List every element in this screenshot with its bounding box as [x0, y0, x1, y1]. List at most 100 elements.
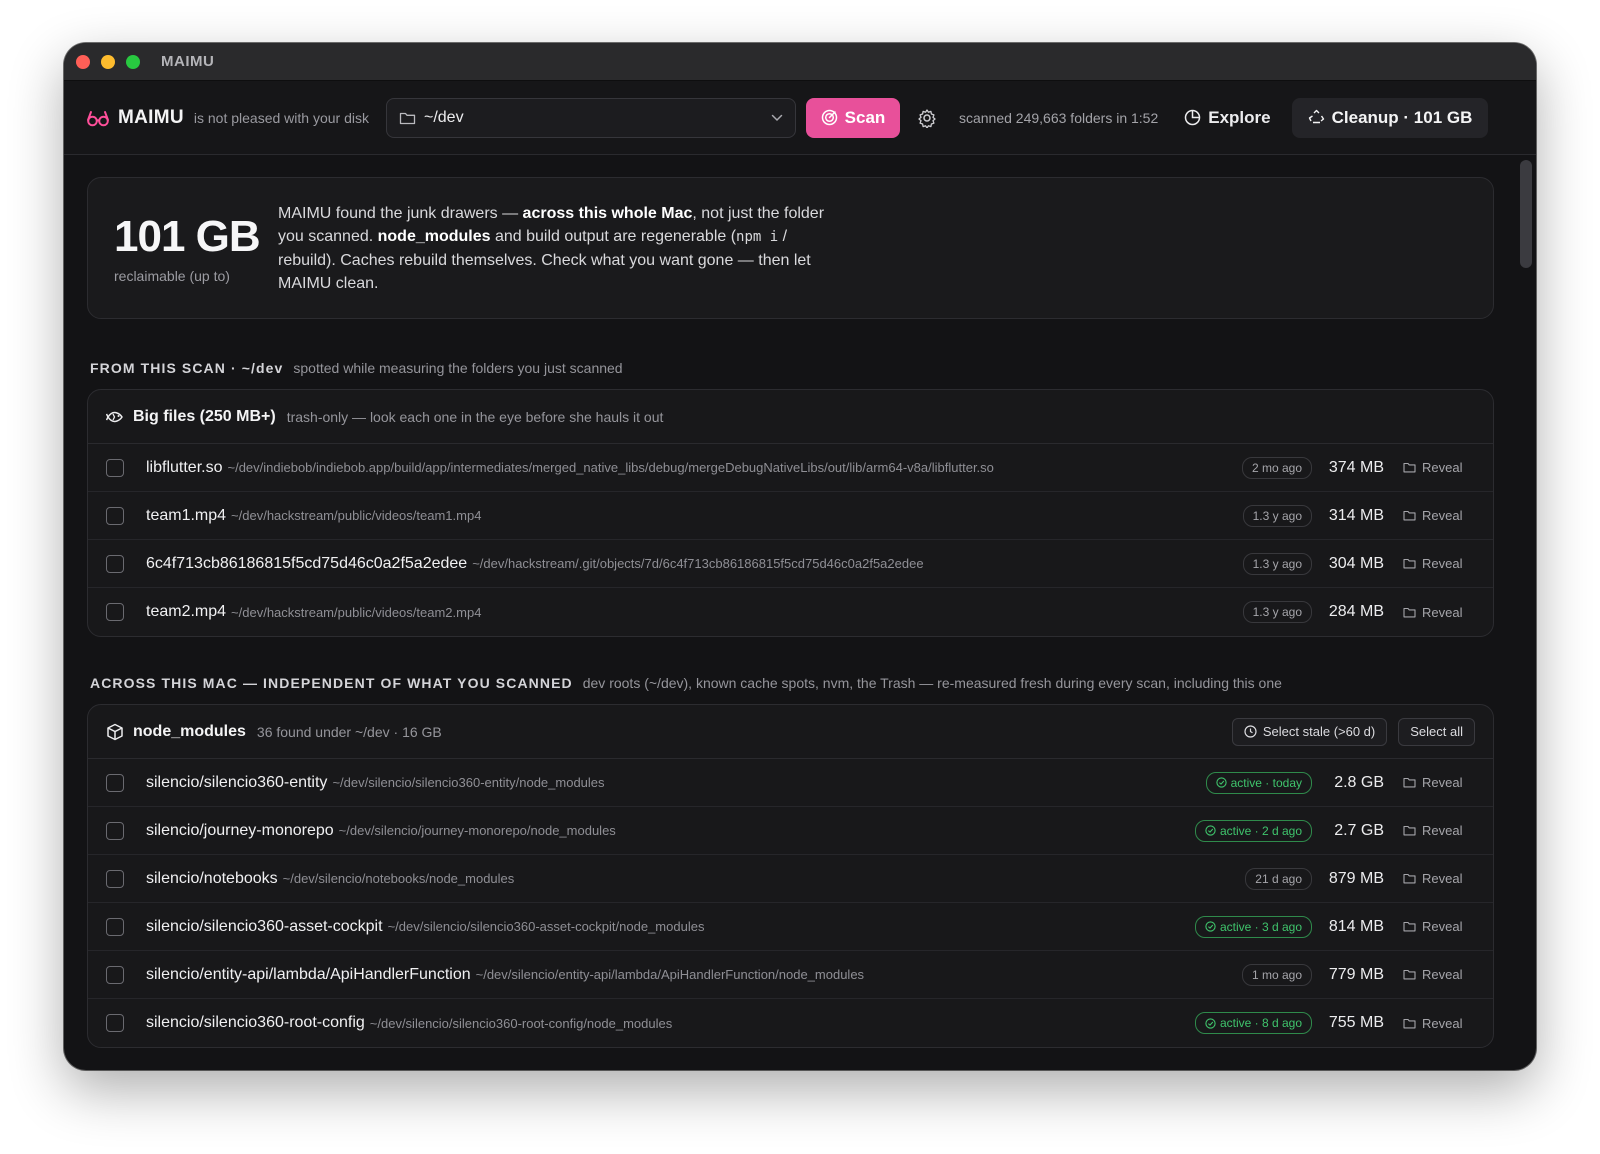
scrollbar-thumb[interactable] [1520, 160, 1532, 268]
select-checkbox[interactable] [106, 869, 124, 888]
explore-button[interactable]: Explore [1184, 107, 1271, 128]
reveal-button[interactable]: Reveal [1403, 556, 1465, 571]
select-stale-button[interactable]: Select stale (>60 d) [1231, 717, 1388, 746]
list-item[interactable]: 6c4f713cb86186815f5cd75d46c0a2f5a2edee ~/… [88, 540, 1493, 588]
age-badge: active · today [1205, 771, 1312, 794]
big-files-title: Big files (250 MB+) [133, 407, 276, 425]
folder-icon [1403, 969, 1416, 980]
age-badge: 1.3 y ago [1242, 504, 1312, 527]
zoom-window-button[interactable] [126, 54, 140, 69]
explore-label: Explore [1208, 107, 1271, 127]
item-size: 304 MB [1328, 554, 1384, 572]
big-files-card: Big files (250 MB+) trash-only — look ea… [87, 389, 1494, 637]
item-name: libflutter.so [146, 458, 223, 476]
list-item[interactable]: libflutter.so ~/dev/indiebob/indiebob.app… [88, 444, 1493, 492]
node-modules-title: node_modules [133, 722, 246, 740]
item-path: ~/dev/silencio/silencio360-root-config/n… [369, 1015, 673, 1031]
age-badge: 21 d ago [1245, 867, 1312, 890]
list-item[interactable]: silencio/journey-monorepo ~/dev/silencio/… [88, 807, 1493, 855]
item-name: 6c4f713cb86186815f5cd75d46c0a2f5a2edee [146, 554, 468, 572]
item-name: silencio/silencio360-entity [146, 773, 328, 791]
item-name: silencio/notebooks [146, 869, 278, 887]
select-checkbox[interactable] [106, 506, 124, 525]
glasses-logo-icon [87, 110, 109, 126]
list-item[interactable]: silencio/silencio360-asset-cockpit ~/dev/… [88, 903, 1493, 951]
reveal-button[interactable]: Reveal [1403, 460, 1465, 475]
toolbar: MAIMU is not pleased with your disk ~/de… [64, 81, 1536, 155]
select-checkbox[interactable] [106, 965, 124, 984]
folder-icon [1403, 777, 1416, 788]
item-size: 814 MB [1328, 917, 1384, 935]
summary-card: 101 GB reclaimable (up to) MAIMU found t… [87, 177, 1494, 319]
reveal-button[interactable]: Reveal [1403, 775, 1465, 790]
item-name: silencio/journey-monorepo [146, 821, 334, 839]
reveal-button[interactable]: Reveal [1403, 919, 1465, 934]
pie-chart-icon [1185, 109, 1201, 126]
mac-section-title: ACROSS THIS MAC — INDEPENDENT OF WHAT YO… [90, 675, 573, 691]
reclaimable-amount: 101 GB [114, 212, 261, 261]
reveal-button[interactable]: Reveal [1403, 605, 1465, 620]
select-checkbox[interactable] [106, 603, 124, 621]
big-files-subtitle: trash-only — look each one in the eye be… [286, 408, 664, 425]
check-circle-icon [1205, 1017, 1216, 1029]
item-name: silencio/silencio360-asset-cockpit [146, 917, 383, 935]
reveal-button[interactable]: Reveal [1403, 967, 1465, 982]
clock-icon [1244, 725, 1257, 738]
node-modules-header: node_modules 36 found under ~/dev · 16 G… [88, 705, 1493, 759]
folder-icon [1403, 921, 1416, 932]
list-item[interactable]: silencio/entity-api/lambda/ApiHandlerFun… [88, 951, 1493, 999]
item-size: 2.8 GB [1334, 773, 1384, 791]
select-checkbox[interactable] [106, 458, 124, 477]
gear-icon[interactable] [917, 108, 937, 128]
big-files-list: libflutter.so ~/dev/indiebob/indiebob.app… [88, 444, 1493, 636]
title-bar: MAIMU [64, 43, 1536, 81]
list-item[interactable]: silencio/notebooks ~/dev/silencio/noteboo… [88, 855, 1493, 903]
select-checkbox[interactable] [106, 773, 124, 792]
select-checkbox[interactable] [106, 917, 124, 936]
item-size: 374 MB [1328, 458, 1384, 476]
node-modules-list: silencio/silencio360-entity ~/dev/silenci… [88, 759, 1493, 1047]
scan-path-select[interactable]: ~/dev [385, 97, 796, 138]
reveal-button[interactable]: Reveal [1403, 871, 1465, 886]
item-name: silencio/silencio360-root-config [146, 1014, 365, 1031]
folder-icon [1403, 825, 1416, 836]
list-item[interactable]: team1.mp4 ~/dev/hackstream/public/videos/… [88, 492, 1493, 540]
list-item[interactable]: team2.mp4 ~/dev/hackstream/public/videos/… [88, 588, 1493, 636]
select-all-button[interactable]: Select all [1398, 717, 1475, 746]
brand: MAIMU is not pleased with your disk [86, 107, 369, 129]
folder-icon [1403, 510, 1416, 521]
scan-section-note: spotted while measuring the folders you … [293, 360, 623, 376]
age-badge: active · 8 d ago [1194, 1012, 1312, 1034]
reveal-button[interactable]: Reveal [1403, 1016, 1465, 1031]
select-checkbox[interactable] [106, 1014, 124, 1032]
check-circle-icon [1205, 825, 1216, 836]
recycle-icon [1308, 109, 1324, 124]
folder-icon [1403, 873, 1416, 884]
item-size: 879 MB [1328, 869, 1384, 887]
reveal-button[interactable]: Reveal [1403, 508, 1465, 523]
list-item[interactable]: silencio/silencio360-root-config ~/dev/si… [88, 999, 1493, 1047]
item-path: ~/dev/silencio/silencio360-entity/node_m… [332, 775, 605, 790]
select-checkbox[interactable] [106, 821, 124, 840]
brand-tagline: is not pleased with your disk [193, 109, 369, 126]
big-files-header: Big files (250 MB+) trash-only — look ea… [88, 390, 1493, 444]
item-size: 779 MB [1328, 965, 1384, 983]
item-name: team2.mp4 [146, 603, 227, 620]
folder-icon [1403, 462, 1416, 473]
brand-name: MAIMU [118, 106, 184, 128]
close-window-button[interactable] [76, 54, 90, 69]
item-size: 314 MB [1328, 506, 1384, 524]
reveal-button[interactable]: Reveal [1403, 823, 1465, 838]
cleanup-button[interactable]: Cleanup · 101 GB [1291, 97, 1489, 138]
scan-path-value: ~/dev [423, 108, 464, 126]
age-badge: active · 2 d ago [1194, 819, 1312, 842]
item-size: 2.7 GB [1334, 821, 1384, 839]
minimize-window-button[interactable] [101, 54, 115, 69]
select-stale-label: Select stale (>60 d) [1262, 724, 1376, 739]
item-name: team1.mp4 [146, 506, 227, 524]
select-checkbox[interactable] [106, 554, 124, 573]
age-badge: active · 3 d ago [1194, 915, 1312, 938]
item-path: ~/dev/silencio/journey-monorepo/node_mod… [338, 823, 616, 838]
scan-button[interactable]: Scan [805, 97, 900, 138]
list-item[interactable]: silencio/silencio360-entity ~/dev/silenci… [88, 759, 1493, 807]
